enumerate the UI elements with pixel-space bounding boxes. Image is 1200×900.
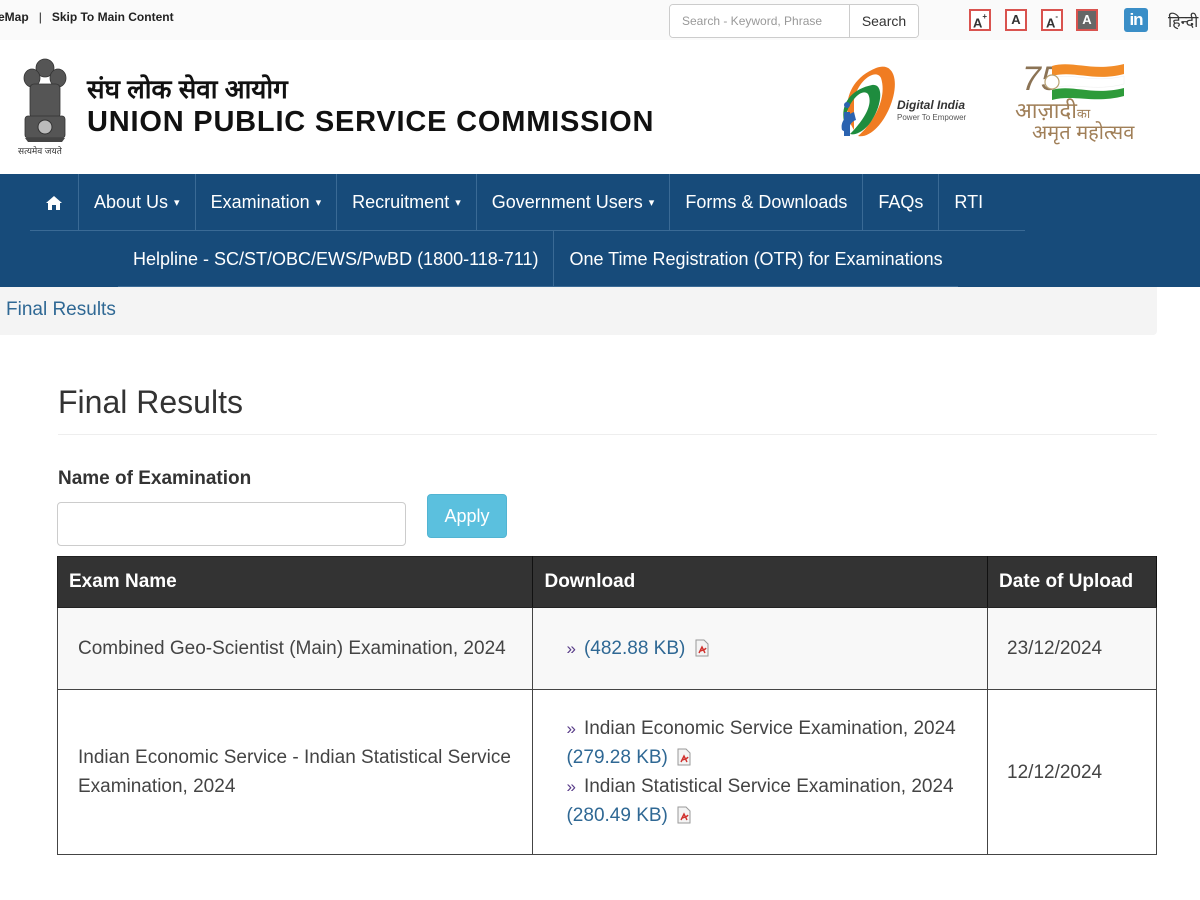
digital-india-title: Digital India [897, 98, 966, 112]
site-search: Search [669, 4, 919, 38]
nav-label: RTI [954, 192, 984, 212]
exam-name-cell: Combined Geo-Scientist (Main) Examinatio… [56, 607, 534, 690]
font-normal-button[interactable]: A [1005, 9, 1027, 31]
national-emblem-icon[interactable] [14, 54, 76, 156]
bullet-icon: » [566, 639, 576, 658]
utility-bar: eMap|Skip To Main Content Search A+ A A-… [0, 0, 1200, 40]
download-title: Indian Statistical Service Examination, … [583, 776, 954, 797]
digital-india-tagline: Power To Empower [897, 113, 967, 122]
download-item: » (482.88 KB) [566, 634, 967, 663]
bullet-icon: » [566, 777, 576, 796]
nav-about-us[interactable]: About Us ▾ [79, 174, 196, 231]
nav-helpline[interactable]: Helpline - SC/ST/OBC/EWS/PwBD (1800-118-… [118, 231, 555, 287]
page-title: Final Results [58, 384, 243, 420]
plus-sup: + [982, 12, 988, 21]
upload-date-cell: 12/12/2024 [987, 689, 1157, 855]
caret-down-icon: ▾ [174, 197, 180, 209]
aka-line2: अमृत महोत्सव [1032, 122, 1135, 144]
nav-label: About Us [94, 192, 169, 212]
search-input[interactable] [670, 5, 849, 37]
site-header: सत्यमेव जयते संघ लोक सेवा आयोग UNION PUB… [0, 40, 1200, 174]
nav-recruitment[interactable]: Recruitment ▾ [337, 174, 477, 231]
header-exam-name: Exam Name [56, 556, 534, 608]
font-normal-label: A [1011, 12, 1021, 27]
exam-name-input[interactable] [57, 502, 406, 546]
pdf-icon[interactable] [695, 639, 709, 657]
minus-sup: - [1055, 12, 1059, 21]
font-decrease-button[interactable]: A- [1041, 9, 1063, 31]
pdf-icon[interactable] [677, 748, 691, 766]
pdf-icon[interactable] [677, 806, 691, 824]
nav-label: Government Users [491, 192, 643, 212]
table-row: Combined Geo-Scientist (Main) Examinatio… [56, 607, 1157, 690]
breadcrumb-final-results[interactable]: Final Results [6, 299, 116, 321]
caret-down-icon: ▾ [315, 197, 322, 209]
nav-forms-downloads[interactable]: Forms & Downloads [670, 174, 864, 231]
download-link[interactable]: (280.49 KB) [566, 805, 667, 826]
nav-label: One Time Registration (OTR) for Examinat… [569, 248, 943, 269]
high-contrast-button[interactable]: A [1076, 9, 1098, 31]
font-increase-label: A [972, 15, 983, 31]
search-button[interactable]: Search [849, 5, 918, 37]
nav-otr[interactable]: One Time Registration (OTR) for Examinat… [554, 231, 957, 287]
download-item: » Indian Statistical Service Examination,… [566, 772, 967, 830]
high-contrast-label: A [1082, 12, 1092, 27]
upload-date-cell: 23/12/2024 [987, 607, 1157, 690]
header-download: Download [532, 556, 989, 608]
nav-government-users[interactable]: Government Users ▾ [477, 174, 671, 231]
download-cell: » Indian Economic Service Examination, 20… [532, 689, 989, 855]
nav-secondary-row: Helpline - SC/ST/OBC/EWS/PwBD (1800-118-… [118, 231, 958, 287]
main-navbar: About Us ▾ Examination ▾ Recruitment ▾ Gove… [0, 174, 1200, 287]
nav-faqs[interactable]: FAQs [863, 174, 940, 231]
apply-button[interactable]: Apply [427, 494, 507, 538]
skip-to-main-link[interactable]: Skip To Main Content [52, 10, 174, 24]
download-link[interactable]: (279.28 KB) [566, 747, 667, 768]
download-link[interactable]: (482.88 KB) [584, 638, 685, 659]
download-cell: » (482.88 KB) [532, 607, 989, 690]
emblem-caption: सत्यमेव जयते [18, 146, 62, 156]
nav-label: Examination [210, 192, 310, 212]
table-header-row: Exam Name Download Date of Upload [56, 556, 1157, 608]
bullet-icon: » [566, 719, 576, 738]
nav-examination[interactable]: Examination ▾ [196, 174, 338, 231]
caret-down-icon: ▾ [455, 197, 461, 209]
download-item: » Indian Economic Service Examination, 20… [566, 714, 967, 772]
top-links: eMap | Skip To Main Content [0, 10, 174, 24]
caret-down-icon: ▾ [648, 197, 655, 209]
linkedin-icon[interactable]: in [1124, 8, 1148, 32]
nav-primary-row: About Us ▾ Examination ▾ Recruitment ▾ Gove… [30, 174, 1026, 231]
org-title-hindi: संघ लोक सेवा आयोग [87, 74, 288, 104]
exam-name-cell: Indian Economic Service - Indian Statist… [56, 689, 534, 855]
language-hindi-link[interactable]: हिन्दी [1168, 10, 1198, 32]
nav-label: FAQs [878, 192, 924, 212]
breadcrumb: Final Results [0, 287, 1157, 335]
org-title-english: UNION PUBLIC SERVICE COMMISSION [87, 106, 655, 138]
nav-label: Helpline - SC/ST/OBC/EWS/PwBD (1800-118-… [133, 248, 539, 269]
nav-rti[interactable]: RTI [939, 174, 1025, 231]
font-increase-button[interactable]: A+ [969, 9, 991, 31]
home-icon [46, 195, 62, 210]
title-divider [58, 434, 1157, 435]
table-row: Indian Economic Service - Indian Statist… [56, 689, 1157, 855]
sitemap-link[interactable]: eMap [0, 10, 29, 24]
nav-label: Recruitment [352, 192, 450, 212]
nav-label: Forms & Downloads [685, 192, 848, 212]
exam-name-filter-label: Name of Examination [58, 468, 252, 489]
nav-home[interactable] [30, 174, 79, 231]
link-separator: | [38, 10, 42, 24]
font-decrease-label: A [1045, 15, 1056, 31]
results-table: Exam Name Download Date of Upload Combin… [56, 556, 1157, 855]
header-date-of-upload: Date of Upload [987, 556, 1157, 608]
download-title: Indian Economic Service Examination, 202… [583, 718, 956, 739]
